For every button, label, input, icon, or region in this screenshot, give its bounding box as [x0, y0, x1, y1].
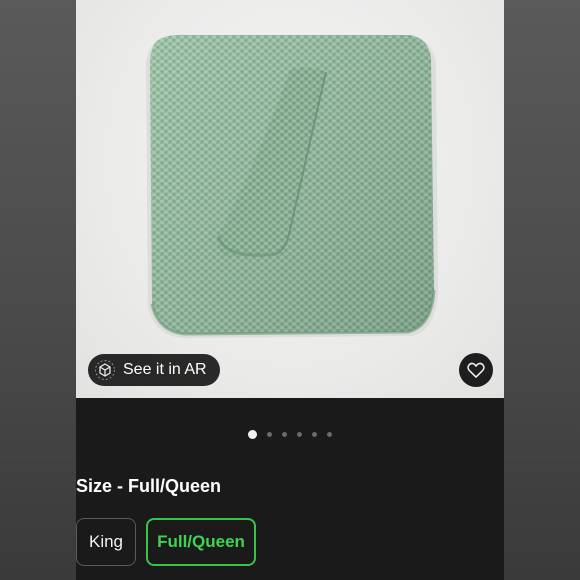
size-option-label: Full/Queen [157, 532, 245, 551]
size-option-full-queen[interactable]: Full/Queen [146, 518, 256, 566]
carousel-dot[interactable] [267, 432, 272, 437]
blurred-background-left [0, 0, 76, 580]
size-selected-value: Full/Queen [128, 476, 222, 496]
heart-icon [466, 360, 486, 380]
product-image[interactable]: See it in AR [76, 0, 504, 398]
product-screen: See it in AR Size - Full/Queen King Full… [76, 0, 504, 580]
carousel-dot-active[interactable] [248, 430, 257, 439]
carousel-dot[interactable] [312, 432, 317, 437]
blurred-background-right [504, 0, 580, 580]
size-option-label: King [88, 532, 124, 551]
see-in-ar-button[interactable]: See it in AR [88, 354, 220, 386]
carousel-indicator [76, 430, 504, 439]
carousel-dot[interactable] [282, 432, 287, 437]
green-knit-blanket-image [146, 34, 438, 339]
size-heading: Size - Full/Queen [76, 476, 221, 497]
carousel-dot[interactable] [327, 432, 332, 437]
size-prefix: Size - [76, 476, 129, 496]
size-option-king[interactable]: King [76, 518, 136, 566]
ar-cube-icon [94, 359, 116, 381]
see-in-ar-label: See it in AR [123, 361, 207, 378]
favorite-button[interactable] [459, 353, 493, 387]
carousel-dot[interactable] [297, 432, 302, 437]
